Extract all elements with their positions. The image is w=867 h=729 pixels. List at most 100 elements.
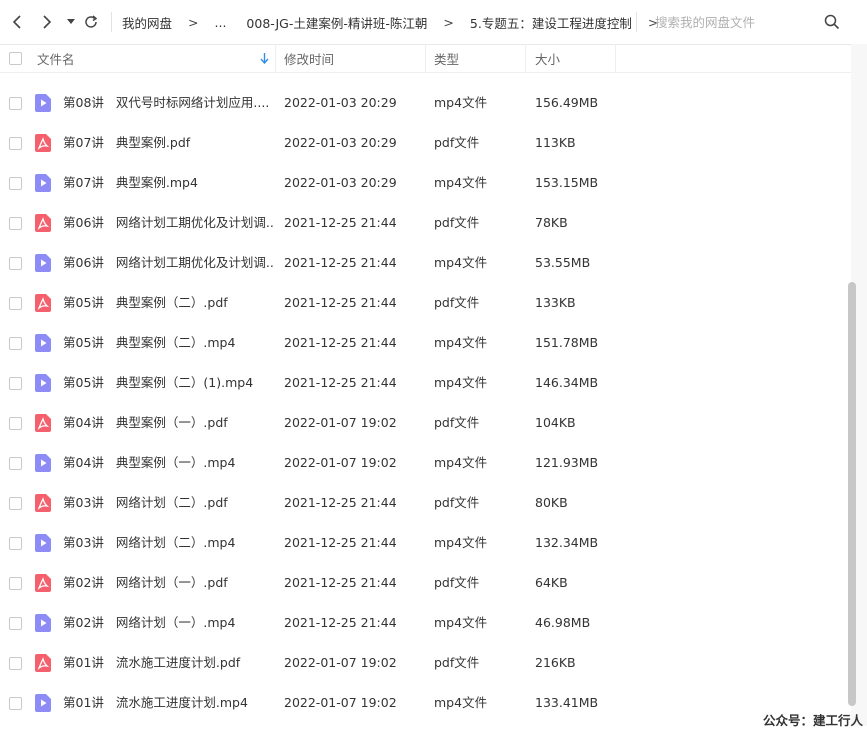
breadcrumb-item-root[interactable]: 我的网盘 — [122, 13, 172, 32]
chevron-right-icon — [43, 15, 52, 29]
search-icon[interactable] — [824, 14, 840, 30]
file-name[interactable]: 第04讲 典型案例（一）.pdf — [63, 403, 273, 443]
file-name[interactable]: 第02讲 网络计划（一）.mp4 — [63, 603, 273, 643]
file-row[interactable]: 第05讲 典型案例（二）.pdf 2021-12-25 21:44 pdf文件 133K… — [0, 283, 851, 323]
file-lecture-number: 第05讲 — [63, 335, 104, 350]
file-name[interactable]: 第01讲 流水施工进度计划.mp4 — [63, 683, 273, 723]
row-checkbox[interactable] — [9, 497, 22, 510]
file-name[interactable]: 第06讲 网络计划工期优化及计划调... — [63, 203, 273, 243]
column-header-size[interactable]: 大小 — [535, 44, 615, 72]
column-header-type[interactable]: 类型 — [434, 44, 524, 72]
file-lecture-number: 第06讲 — [63, 215, 104, 230]
breadcrumb-item-current[interactable]: 5.专题五：建设工程进度控制 — [470, 13, 632, 32]
column-header-name[interactable]: 文件名 — [37, 44, 274, 72]
file-name[interactable]: 第05讲 典型案例（二）(1).mp4 — [63, 363, 273, 403]
file-type: mp4文件 — [434, 335, 488, 350]
file-size: 113KB — [535, 135, 576, 150]
row-checkbox[interactable] — [9, 577, 22, 590]
file-row[interactable]: 第03讲 网络计划（二）.mp4 2021-12-25 21:44 mp4文件 132.… — [0, 523, 851, 563]
file-lecture-number: 第05讲 — [63, 295, 104, 310]
file-name[interactable]: 第08讲 双代号时标网络计划应用.... — [63, 83, 273, 123]
row-checkbox[interactable] — [9, 257, 22, 270]
row-checkbox[interactable] — [9, 537, 22, 550]
back-button[interactable] — [8, 10, 26, 34]
column-divider — [425, 44, 426, 72]
breadcrumb: 我的网盘 > ... 008-JG-土建案例-精讲班-陈江朝 > 5.专题五：建… — [122, 0, 674, 44]
file-size: 53.55MB — [535, 255, 591, 270]
file-name[interactable]: 第04讲 典型案例（一）.mp4 — [63, 443, 273, 483]
file-row[interactable]: 第07讲 典型案例.pdf 2022-01-03 20:29 pdf文件 113KB — [0, 123, 851, 163]
forward-button[interactable] — [38, 10, 56, 34]
file-name[interactable]: 第05讲 典型案例（二）.mp4 — [63, 323, 273, 363]
file-title: 典型案例.pdf — [115, 135, 191, 150]
file-row[interactable]: 第06讲 网络计划工期优化及计划调... 2021-12-25 21:44 mp4文件… — [0, 243, 851, 283]
file-type: mp4文件 — [434, 95, 488, 110]
file-row[interactable]: 第02讲 网络计划（一）.pdf 2021-12-25 21:44 pdf文件 64KB — [0, 563, 851, 603]
scrollbar-thumb[interactable] — [848, 282, 856, 706]
refresh-button[interactable] — [82, 10, 100, 34]
row-checkbox[interactable] — [9, 97, 22, 110]
file-row[interactable]: 第08讲 双代号时标网络计划应用.... 2022-01-03 20:29 mp4文件… — [0, 83, 851, 123]
column-header-modified[interactable]: 修改时间 — [284, 44, 424, 72]
file-lecture-number: 第01讲 — [63, 695, 104, 710]
row-checkbox[interactable] — [9, 657, 22, 670]
row-checkbox[interactable] — [9, 137, 22, 150]
row-checkbox[interactable] — [9, 217, 22, 230]
file-row[interactable]: 第01讲 流水施工进度计划.pdf 2022-01-07 19:02 pdf文件 216… — [0, 643, 851, 683]
file-lecture-number: 第02讲 — [63, 615, 104, 630]
file-type: pdf文件 — [434, 295, 480, 310]
row-checkbox[interactable] — [9, 617, 22, 630]
file-modified-time: 2022-01-07 19:02 — [284, 695, 397, 710]
file-name[interactable]: 第01讲 流水施工进度计划.pdf — [63, 643, 273, 683]
row-checkbox[interactable] — [9, 177, 22, 190]
file-type: pdf文件 — [434, 495, 480, 510]
file-name[interactable]: 第02讲 网络计划（一）.pdf — [63, 563, 273, 603]
history-dropdown-button[interactable] — [64, 10, 78, 34]
file-row[interactable]: 第05讲 典型案例（二）(1).mp4 2021-12-25 21:44 mp4文件 1… — [0, 363, 851, 403]
file-name[interactable]: 第07讲 典型案例.pdf — [63, 123, 273, 163]
file-name[interactable]: 第07讲 典型案例.mp4 — [63, 163, 273, 203]
file-row[interactable]: 第04讲 典型案例（一）.pdf 2022-01-07 19:02 pdf文件 104K… — [0, 403, 851, 443]
file-lecture-number: 第03讲 — [63, 535, 104, 550]
file-row[interactable]: 第05讲 典型案例（二）.mp4 2021-12-25 21:44 mp4文件 151.… — [0, 323, 851, 363]
pdf-file-icon — [35, 294, 51, 312]
file-row[interactable]: 第06讲 网络计划工期优化及计划调... 2021-12-25 21:44 pdf文件… — [0, 203, 851, 243]
row-checkbox[interactable] — [9, 697, 22, 710]
video-file-icon — [35, 94, 51, 112]
file-row[interactable]: 第07讲 典型案例.mp4 2022-01-03 20:29 mp4文件 153.15M… — [0, 163, 851, 203]
row-checkbox[interactable] — [9, 297, 22, 310]
file-row[interactable]: 第02讲 网络计划（一）.mp4 2021-12-25 21:44 mp4文件 46.9… — [0, 603, 851, 643]
column-divider — [615, 44, 616, 72]
divider — [636, 12, 637, 32]
file-name[interactable]: 第05讲 典型案例（二）.pdf — [63, 283, 273, 323]
file-type: pdf文件 — [434, 135, 480, 150]
search-input[interactable] — [655, 14, 815, 30]
file-name[interactable]: 第03讲 网络计划（二）.pdf — [63, 483, 273, 523]
select-all-checkbox[interactable] — [9, 52, 22, 65]
file-name[interactable]: 第06讲 网络计划工期优化及计划调... — [63, 243, 273, 283]
column-label-size: 大小 — [535, 51, 561, 67]
file-title: 典型案例（一）.pdf — [115, 415, 228, 430]
video-file-icon — [35, 534, 51, 552]
file-modified-time: 2022-01-07 19:02 — [284, 655, 397, 670]
file-size: 46.98MB — [535, 615, 591, 630]
file-title: 流水施工进度计划.mp4 — [115, 695, 248, 710]
file-lecture-number: 第05讲 — [63, 375, 104, 390]
row-checkbox[interactable] — [9, 417, 22, 430]
file-name[interactable]: 第03讲 网络计划（二）.mp4 — [63, 523, 273, 563]
file-type: mp4文件 — [434, 255, 488, 270]
file-title: 网络计划（一）.mp4 — [115, 615, 236, 630]
pdf-file-icon — [35, 134, 51, 152]
file-type: mp4文件 — [434, 175, 488, 190]
row-checkbox[interactable] — [9, 457, 22, 470]
file-row[interactable]: 第01讲 流水施工进度计划.mp4 2022-01-07 19:02 mp4文件 133… — [0, 683, 851, 723]
file-size: 64KB — [535, 575, 568, 590]
file-row[interactable]: 第03讲 网络计划（二）.pdf 2021-12-25 21:44 pdf文件 80KB — [0, 483, 851, 523]
row-checkbox[interactable] — [9, 377, 22, 390]
breadcrumb-item-course[interactable]: 008-JG-土建案例-精讲班-陈江朝 — [246, 13, 427, 32]
breadcrumb-item-ellipsis[interactable]: ... — [215, 15, 227, 30]
row-checkbox[interactable] — [9, 337, 22, 350]
video-file-icon — [35, 614, 51, 632]
file-row[interactable]: 第04讲 典型案例（一）.mp4 2022-01-07 19:02 mp4文件 121.… — [0, 443, 851, 483]
file-modified-time: 2022-01-07 19:02 — [284, 455, 397, 470]
